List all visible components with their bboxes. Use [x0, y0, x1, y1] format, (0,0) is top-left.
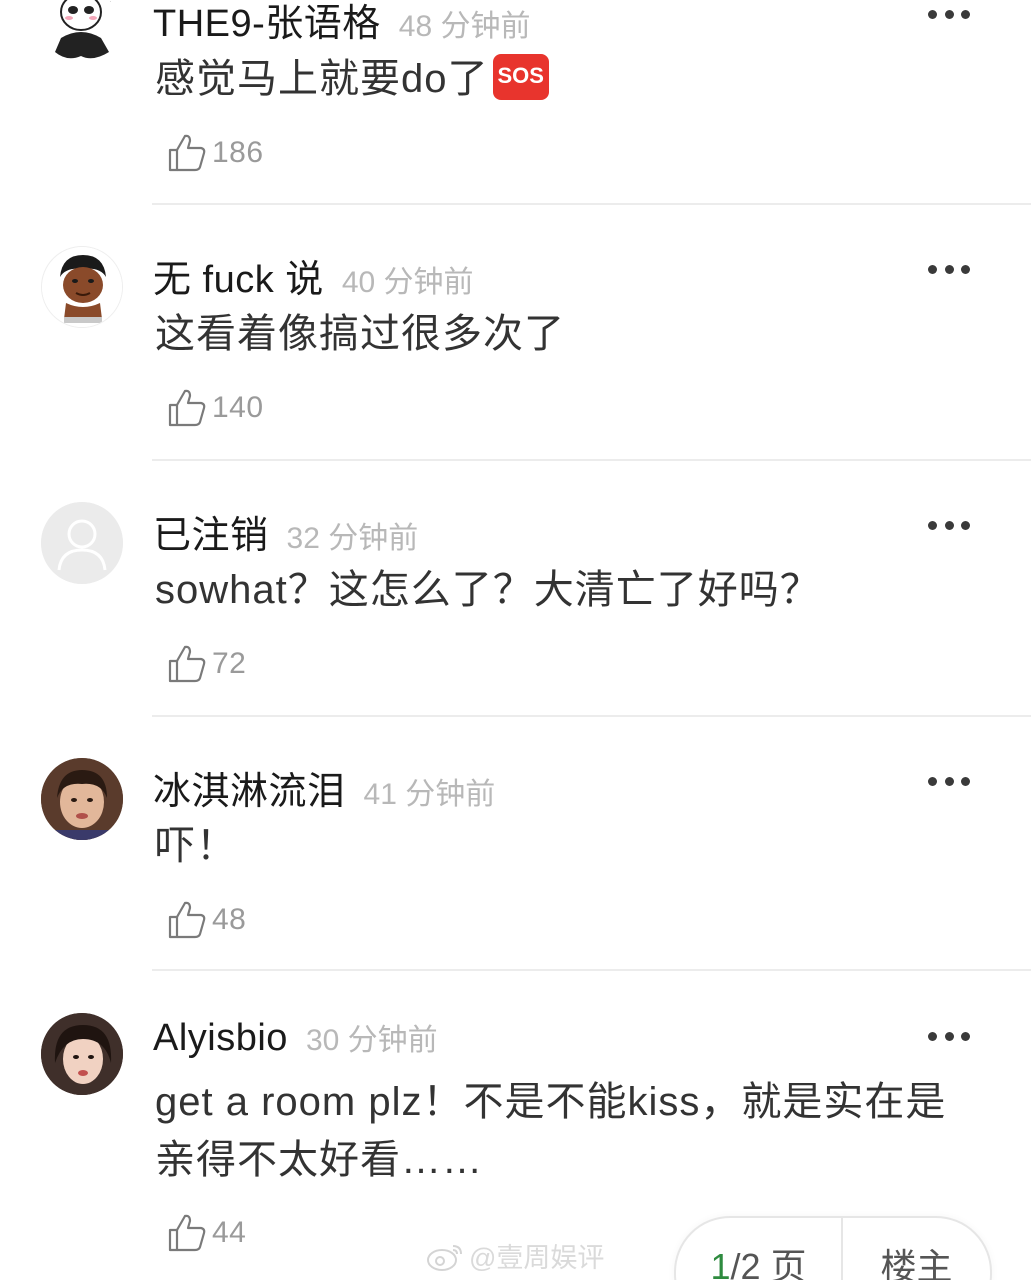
- more-options-button[interactable]: [928, 263, 970, 275]
- thumbs-up-icon: [168, 389, 206, 427]
- like-button[interactable]: 44: [166, 1212, 246, 1254]
- comment-header: 冰淇淋流泪 41 分钟前: [153, 760, 495, 815]
- thumbs-up-icon: [168, 901, 206, 939]
- like-button[interactable]: 48: [166, 899, 246, 941]
- comment-text: 吓！: [155, 817, 995, 875]
- username[interactable]: 无 fuck 说: [153, 248, 324, 303]
- username[interactable]: Alyisbio: [153, 1017, 288, 1060]
- like-count: 44: [212, 1216, 247, 1249]
- like-button[interactable]: 72: [166, 643, 246, 685]
- like-count: 48: [212, 903, 247, 936]
- username[interactable]: THE9-张语格: [153, 0, 381, 47]
- dot-icon: [961, 520, 970, 530]
- current-page: 1: [710, 1246, 731, 1280]
- photo-avatar[interactable]: [41, 758, 123, 840]
- thumbs-up-icon: [168, 134, 206, 172]
- total-pages: /2 页: [730, 1246, 807, 1280]
- dot-icon: [944, 9, 954, 19]
- dot-icon: [961, 776, 970, 786]
- comment-header: 已注销 32 分钟前: [153, 504, 418, 559]
- dot-icon: [944, 776, 954, 786]
- comment-header: THE9-张语格 48 分钟前: [153, 0, 531, 47]
- like-button[interactable]: 186: [166, 132, 264, 174]
- default-user-avatar[interactable]: [41, 502, 123, 584]
- thumbs-up-icon: [168, 645, 206, 683]
- dot-icon: [928, 9, 937, 19]
- comment-header: 无 fuck 说 40 分钟前: [153, 248, 474, 303]
- divider: [152, 203, 1031, 205]
- comment-body: 这看着像搞过很多次了: [155, 312, 565, 356]
- timestamp: 41 分钟前: [363, 778, 496, 811]
- comment-header: Alyisbio 30 分钟前: [153, 1015, 438, 1060]
- dot-icon: [961, 9, 970, 19]
- divider: [152, 715, 1031, 717]
- page-indicator-button[interactable]: 1/2 页: [676, 1218, 843, 1280]
- comment-body: 吓！: [155, 824, 237, 868]
- watermark: @壹周娱评: [425, 1236, 604, 1275]
- like-count: 72: [212, 647, 247, 680]
- dot-icon: [928, 776, 937, 786]
- weibo-logo-icon: [427, 1244, 462, 1271]
- username[interactable]: 已注销: [153, 504, 269, 559]
- dot-icon: [928, 1031, 937, 1041]
- like-button[interactable]: 140: [166, 387, 264, 429]
- divider: [152, 969, 1031, 971]
- dot-icon: [944, 264, 954, 274]
- dot-icon: [944, 520, 954, 530]
- pagination-control: 1/2 页 楼主: [674, 1216, 992, 1280]
- more-options-button[interactable]: [928, 519, 970, 531]
- cartoon-avatar[interactable]: [41, 246, 123, 328]
- divider: [152, 459, 1031, 461]
- dot-icon: [961, 264, 970, 274]
- watermark-text: @壹周娱评: [469, 1243, 605, 1273]
- sos-emoji-icon: SOS: [492, 54, 549, 101]
- panda-avatar[interactable]: 呔: [41, 0, 123, 72]
- photo-avatar[interactable]: [41, 1013, 123, 1095]
- like-count: 186: [212, 136, 264, 169]
- timestamp: 30 分钟前: [305, 1024, 438, 1057]
- owner-only-button[interactable]: 楼主: [843, 1218, 990, 1280]
- more-options-button[interactable]: [928, 775, 970, 787]
- dot-icon: [944, 1031, 954, 1041]
- comment-text: get a room plz！不是不能kiss，就是实在是亲得不太好看……: [155, 1073, 975, 1189]
- more-options-button[interactable]: [928, 8, 970, 20]
- timestamp: 48 分钟前: [398, 10, 531, 43]
- more-options-button[interactable]: [928, 1030, 970, 1042]
- comment-body: get a room plz！不是不能kiss，就是实在是亲得不太好看……: [155, 1080, 947, 1182]
- dot-icon: [961, 1031, 970, 1041]
- thumbs-up-icon: [168, 1214, 206, 1252]
- timestamp: 32 分钟前: [286, 522, 419, 555]
- comment-body: 感觉马上就要do了: [155, 57, 489, 101]
- like-count: 140: [212, 391, 264, 424]
- comment-text: 这看着像搞过很多次了: [155, 305, 995, 363]
- comment-text: 感觉马上就要do了 SOS: [155, 50, 995, 108]
- comment-list-page: 呔 THE9-张语格 48 分钟前 感觉马上就要do了SOS 186: [0, 0, 1031, 1280]
- dot-icon: [928, 264, 937, 274]
- svg-text:呔: 呔: [107, 0, 117, 4]
- timestamp: 40 分钟前: [341, 266, 474, 299]
- dot-icon: [928, 520, 937, 530]
- comment-body: sowhat？这怎么了？大清亡了好吗？: [155, 568, 821, 612]
- comment-text: sowhat？这怎么了？大清亡了好吗？: [155, 561, 995, 619]
- username[interactable]: 冰淇淋流泪: [153, 760, 346, 815]
